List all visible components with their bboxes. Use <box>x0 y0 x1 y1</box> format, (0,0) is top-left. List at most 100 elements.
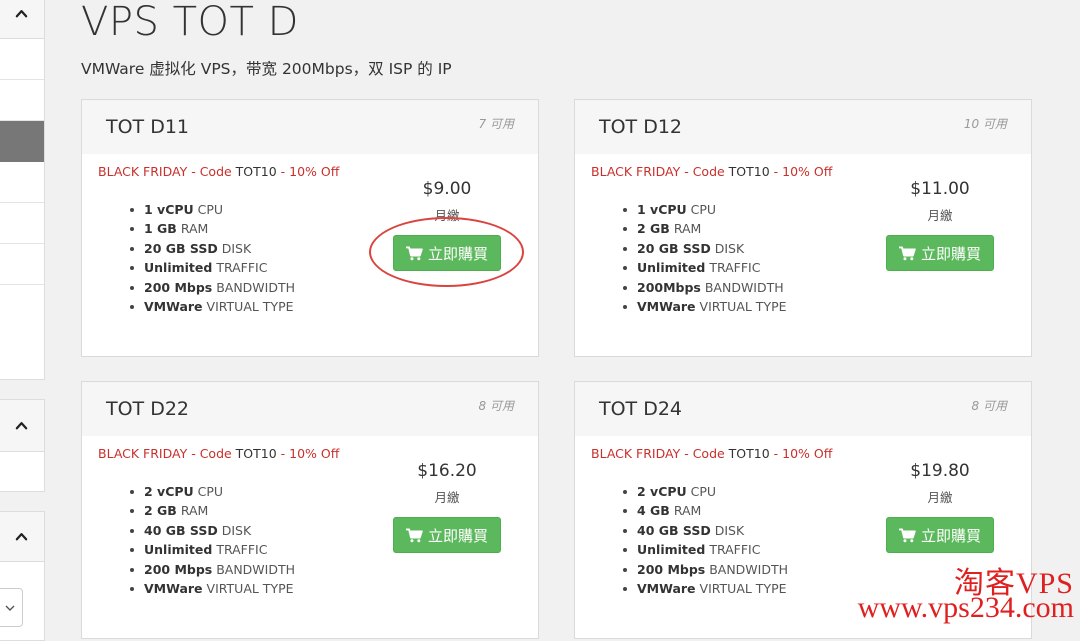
sidebar-panel-header[interactable] <box>0 400 44 452</box>
buy-now-button[interactable]: 立即購買 <box>886 517 994 553</box>
shopping-cart-icon <box>405 527 423 542</box>
sidebar-panel-categories <box>0 0 45 380</box>
spec-item: 2 GB RAM <box>130 501 295 520</box>
sidebar-item[interactable] <box>0 203 44 244</box>
promo-suffix: - 10% Off <box>276 446 340 461</box>
product-card-header: TOT D11 7 可用 <box>82 100 538 154</box>
availability-count: 10 可用 <box>963 117 1007 131</box>
spec-item: 2 GB RAM <box>623 219 787 238</box>
spec-item: 200Mbps BANDWIDTH <box>623 278 787 297</box>
spec-item: 2 vCPU CPU <box>623 482 788 501</box>
spec-value: VMWare <box>144 299 203 315</box>
spec-value: 1 GB <box>144 221 177 237</box>
buy-now-button[interactable]: 立即購買 <box>393 517 501 553</box>
spec-value: VMWare <box>637 581 696 597</box>
spec-label: CPU <box>686 484 717 499</box>
spec-item: 200 Mbps BANDWIDTH <box>130 278 295 297</box>
watermark: 淘客VPS www.vps234.com <box>858 569 1074 623</box>
spec-label: VIRTUAL TYPE <box>202 299 294 315</box>
spec-item: Unlimited TRAFFIC <box>623 540 788 559</box>
spec-item: 20 GB SSD DISK <box>130 239 295 258</box>
page-title: VPS TOT D <box>81 0 299 45</box>
spec-label: VIRTUAL TYPE <box>695 299 787 315</box>
billing-cycle: 月繳 <box>927 208 953 223</box>
spec-label: DISK <box>710 240 745 256</box>
spec-value: Unlimited <box>637 542 706 558</box>
billing-cycle: 月繳 <box>434 208 460 223</box>
buy-now-label[interactable]: 立即購買 <box>428 243 488 264</box>
spec-list: 2 vCPU CPU 2 GB RAM 40 GB SSD DISK Unlimite… <box>130 482 295 598</box>
spec-item: 4 GB RAM <box>623 501 788 520</box>
product-card: TOT D12 10 可用 BLACK FRIDAY - Code TOT10 … <box>574 99 1032 357</box>
spec-item: 1 vCPU CPU <box>623 200 787 219</box>
product-name: TOT D22 <box>106 398 190 420</box>
spec-label: RAM <box>176 221 209 237</box>
product-name: TOT D12 <box>599 116 683 138</box>
product-card: TOT D11 7 可用 BLACK FRIDAY - Code TOT10 -… <box>81 99 539 357</box>
spec-item: 200 Mbps BANDWIDTH <box>623 560 788 579</box>
spec-label: VIRTUAL TYPE <box>695 581 787 597</box>
sidebar-item[interactable] <box>0 285 44 326</box>
spec-item: VMWare VIRTUAL TYPE <box>623 297 787 316</box>
spec-item: Unlimited TRAFFIC <box>130 540 295 559</box>
price: $11.00 <box>910 179 970 199</box>
spec-label: RAM <box>669 221 702 237</box>
spec-value: 40 GB SSD <box>637 522 711 538</box>
promo-text: BLACK FRIDAY - Code TOT10 - 10% Off <box>591 446 832 461</box>
product-card-header: TOT D24 8 可用 <box>575 382 1031 436</box>
sidebar-panel-header[interactable] <box>0 512 44 562</box>
buy-now-label[interactable]: 立即購買 <box>921 243 981 264</box>
buy-now-label[interactable]: 立即購買 <box>921 525 981 546</box>
spec-item: 40 GB SSD DISK <box>623 521 788 540</box>
spec-item: VMWare VIRTUAL TYPE <box>130 297 295 316</box>
shopping-cart-icon <box>898 245 916 260</box>
spec-item: 200 Mbps BANDWIDTH <box>130 560 295 579</box>
buy-now-label[interactable]: 立即購買 <box>428 525 488 546</box>
promo-prefix: BLACK FRIDAY - Code <box>98 164 236 179</box>
shopping-cart-icon <box>898 527 916 542</box>
spec-item: 1 GB RAM <box>130 219 295 238</box>
spec-label: VIRTUAL TYPE <box>202 581 294 597</box>
spec-label: BANDWIDTH <box>212 279 296 295</box>
spec-value: 200Mbps <box>637 279 701 295</box>
page-subtitle: VMWare 虚拟化 VPS，带宽 200Mbps，双 ISP 的 IP <box>81 60 452 78</box>
spec-label: TRAFFIC <box>705 542 761 558</box>
spec-list: 2 vCPU CPU 4 GB RAM 40 GB SSD DISK Unlimite… <box>623 482 788 598</box>
chevron-up-icon[interactable] <box>15 530 28 543</box>
spec-value: 40 GB SSD <box>144 522 218 538</box>
promo-code: TOT10 <box>728 164 770 179</box>
spec-label: BANDWIDTH <box>212 561 296 577</box>
spec-value: 20 GB SSD <box>144 240 218 256</box>
spec-value: 200 Mbps <box>144 561 213 577</box>
sidebar-item-active[interactable] <box>0 121 44 162</box>
chevron-up-icon[interactable] <box>15 7 28 20</box>
product-card: TOT D22 8 可用 BLACK FRIDAY - Code TOT10 -… <box>81 381 539 639</box>
spec-value: 2 vCPU <box>144 484 194 499</box>
spec-label: CPU <box>193 484 224 499</box>
promo-code: TOT10 <box>728 446 770 461</box>
spec-item: 40 GB SSD DISK <box>130 521 295 540</box>
promo-code: TOT10 <box>235 446 277 461</box>
spec-label: RAM <box>669 503 702 519</box>
spec-item: Unlimited TRAFFIC <box>623 258 787 277</box>
buy-now-button[interactable]: 立即購買 <box>886 235 994 271</box>
billing-cycle: 月繳 <box>927 490 953 505</box>
buy-now-button[interactable]: 立即購買 <box>393 235 501 271</box>
spec-label: DISK <box>217 522 252 538</box>
price: $9.00 <box>422 179 472 199</box>
spec-label: RAM <box>176 503 209 519</box>
sidebar-item[interactable] <box>0 244 44 285</box>
chevron-up-icon[interactable] <box>15 419 28 432</box>
spec-label: CPU <box>686 202 717 217</box>
watermark-url: www.vps234.com <box>857 591 1074 624</box>
sidebar-item[interactable] <box>0 39 44 80</box>
spec-value: 2 vCPU <box>637 484 687 499</box>
spec-value: Unlimited <box>144 260 213 276</box>
currency-select[interactable] <box>0 588 23 627</box>
spec-item: 20 GB SSD DISK <box>623 239 787 258</box>
spec-list: 1 vCPU CPU 1 GB RAM 20 GB SSD DISK Unlimite… <box>130 200 295 316</box>
sidebar-item[interactable] <box>0 162 44 203</box>
sidebar-panel-header[interactable] <box>0 0 44 39</box>
sidebar-item[interactable] <box>0 80 44 121</box>
product-name: TOT D11 <box>106 116 190 138</box>
